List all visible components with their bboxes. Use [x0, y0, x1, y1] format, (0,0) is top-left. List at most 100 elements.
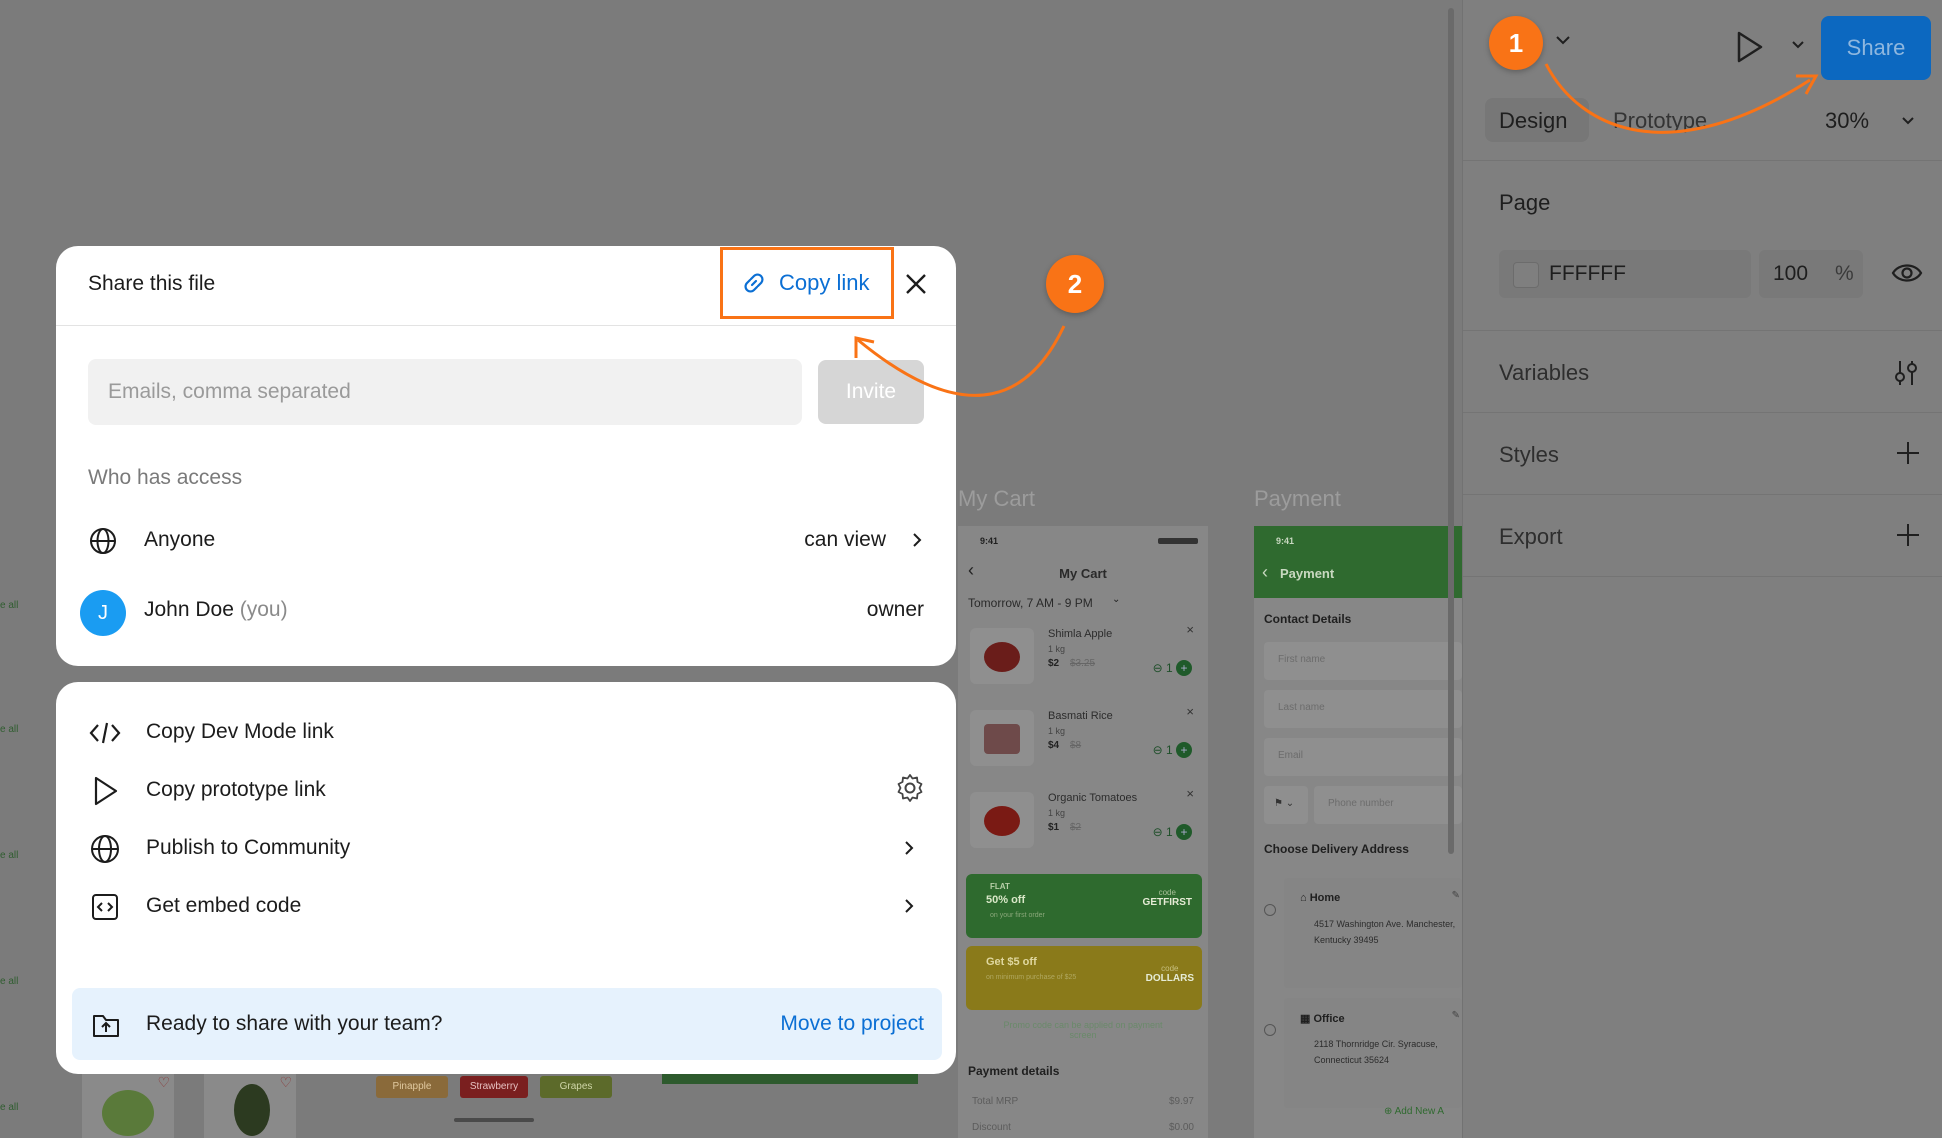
item-unit: 1 kg — [1048, 726, 1066, 736]
address-card-home[interactable]: ⌂ Home 4517 Washington Ave. Manchester, … — [1284, 878, 1462, 988]
remove-icon[interactable]: × — [1186, 704, 1194, 719]
sliders-icon[interactable] — [1891, 358, 1921, 388]
zoom-level[interactable]: 30% — [1825, 108, 1869, 134]
total-mrp-value: $9.97 — [1168, 1096, 1194, 1107]
first-name-field[interactable]: First name — [1264, 642, 1462, 680]
color-swatch[interactable] — [1513, 262, 1539, 288]
quantity-stepper[interactable]: ⊖ 1 + — [1153, 660, 1192, 676]
address-radio[interactable] — [1264, 1024, 1276, 1036]
add-icon[interactable] — [1895, 522, 1921, 548]
status-time: 9:41 — [980, 536, 999, 546]
phone-field[interactable]: Phone number — [1314, 786, 1462, 824]
add-new-address[interactable]: ⊕ Add New A — [1384, 1106, 1444, 1117]
last-name-field[interactable]: Last name — [1264, 690, 1462, 728]
user-name: John Doe — [144, 598, 234, 621]
left-strip: e all e all e all e all e all — [0, 470, 60, 1138]
email-field[interactable]: Email — [1264, 738, 1462, 776]
item-price: $4 — [1048, 740, 1060, 751]
office-icon: ▦ Office — [1300, 1013, 1345, 1025]
back-icon[interactable]: ‹ — [1262, 562, 1268, 583]
eye-icon[interactable] — [1891, 260, 1923, 286]
see-all-link[interactable]: e all — [0, 850, 18, 861]
coupon-card[interactable]: Get $5 off on minimum purchase of $25 co… — [966, 946, 1202, 1010]
fruit-tag-pinapple[interactable]: Pinapple — [376, 1076, 448, 1098]
item-old-price: $3.25 — [1070, 658, 1096, 669]
get-embed-code[interactable]: Get embed code — [88, 878, 926, 936]
page-color-field[interactable]: FFFFFF — [1499, 250, 1751, 298]
variables-heading[interactable]: Variables — [1499, 360, 1589, 386]
chevron-down-icon[interactable] — [1901, 116, 1915, 126]
item-name: Shimla Apple — [1048, 628, 1113, 640]
status-time: 9:41 — [1276, 536, 1295, 546]
status-icons — [1158, 538, 1198, 544]
discount-value: $0.00 — [1168, 1122, 1194, 1133]
delivery-time[interactable]: Tomorrow, 7 AM - 9 PM — [968, 596, 1093, 610]
country-code-select[interactable]: ⚑ ⌄ — [1264, 786, 1308, 824]
item-qty: 1 — [1165, 743, 1173, 757]
edit-icon[interactable]: ✎ — [1452, 1010, 1460, 1021]
gear-icon[interactable] — [894, 772, 926, 804]
see-all-link[interactable]: e all — [0, 1102, 18, 1113]
cart-item[interactable]: Shimla Apple 1 kg $2 $3.25 × ⊖ 1 + — [966, 620, 1200, 692]
payment-frame[interactable]: 9:41 ‹ Payment Contact Details First nam… — [1254, 526, 1462, 1138]
heart-icon[interactable]: ♡ — [279, 1074, 292, 1091]
canvas-scrollbar[interactable] — [1448, 8, 1454, 854]
share-button[interactable]: Share — [1821, 16, 1931, 80]
edit-icon[interactable]: ✎ — [1452, 890, 1460, 901]
access-role[interactable]: can view — [804, 528, 886, 552]
item-qty: 1 — [1165, 661, 1173, 675]
quantity-stepper[interactable]: ⊖ 1 + — [1153, 824, 1192, 840]
page-heading: Page — [1499, 190, 1551, 215]
opacity-unit: % — [1835, 262, 1854, 285]
chevron-down-icon[interactable] — [1555, 34, 1571, 46]
fruit-thumb: ♡ — [204, 1074, 296, 1138]
coupon-code: code DOLLARS — [1145, 964, 1194, 984]
remove-icon[interactable]: × — [1186, 786, 1194, 801]
remove-icon[interactable]: × — [1186, 622, 1194, 637]
publish-to-community[interactable]: Publish to Community — [88, 820, 926, 878]
heart-icon[interactable]: ♡ — [157, 1074, 170, 1091]
close-icon[interactable] — [900, 268, 932, 300]
coupon-card[interactable]: FLAT 50% off on your first order code GET… — [966, 874, 1202, 938]
divider — [1463, 494, 1942, 495]
move-to-project-button[interactable]: Move to project — [780, 1012, 924, 1036]
dialog-title: Share this file — [88, 272, 216, 295]
divider — [1463, 160, 1942, 161]
styles-heading[interactable]: Styles — [1499, 442, 1559, 468]
action-label: Get embed code — [146, 894, 302, 917]
cart-item[interactable]: Organic Tomatoes 1 kg $1 $2 × ⊖ 1 + — [966, 784, 1200, 856]
item-price: $1 — [1048, 822, 1060, 833]
see-all-link[interactable]: e all — [0, 600, 18, 611]
coupon-sub: on minimum purchase of $25 — [986, 974, 1077, 981]
fruit-thumb: ♡ — [82, 1074, 174, 1138]
play-icon[interactable] — [1735, 30, 1765, 64]
payment-header: 9:41 ‹ Payment — [1254, 526, 1462, 598]
item-price: $2 — [1048, 658, 1060, 669]
quantity-stepper[interactable]: ⊖ 1 + — [1153, 742, 1192, 758]
add-icon[interactable] — [1895, 440, 1921, 466]
page-opacity-field[interactable]: 100 % — [1759, 250, 1863, 298]
cart-frame-label[interactable]: My Cart — [958, 486, 1035, 512]
see-all-link[interactable]: e all — [0, 976, 18, 987]
cart-frame[interactable]: 9:41 ‹ My Cart Tomorrow, 7 AM - 9 PM ⌄ S… — [958, 526, 1208, 1138]
action-label: Publish to Community — [146, 836, 351, 859]
see-all-link[interactable]: e all — [0, 724, 18, 735]
address-radio[interactable] — [1264, 904, 1276, 916]
address-card-office[interactable]: ▦ Office 2118 Thornridge Cir. Syracuse, … — [1284, 998, 1462, 1108]
cart-item[interactable]: Basmati Rice 1 kg $4 $8 × ⊖ 1 + — [966, 702, 1200, 774]
item-name: Basmati Rice — [1048, 710, 1113, 722]
badge-1: 1 — [1489, 16, 1543, 70]
access-row-anyone[interactable]: Anyone can view — [78, 512, 934, 570]
access-role: owner — [866, 598, 924, 621]
export-heading[interactable]: Export — [1499, 524, 1563, 550]
chevron-down-icon[interactable] — [1791, 40, 1805, 50]
address-title: Office — [1313, 1013, 1345, 1025]
fruit-tag-grapes[interactable]: Grapes — [540, 1076, 612, 1098]
payment-frame-label[interactable]: Payment — [1254, 486, 1341, 512]
copy-prototype-link[interactable]: Copy prototype link — [88, 762, 926, 820]
copy-dev-mode-link[interactable]: Copy Dev Mode link — [88, 704, 926, 762]
copy-link-button[interactable]: Copy link — [720, 247, 894, 319]
fruit-tag-strawberry[interactable]: Strawberry — [460, 1076, 528, 1098]
email-input[interactable] — [88, 359, 802, 425]
promo-note: Promo code can be applied on payment scr… — [1003, 1020, 1163, 1040]
